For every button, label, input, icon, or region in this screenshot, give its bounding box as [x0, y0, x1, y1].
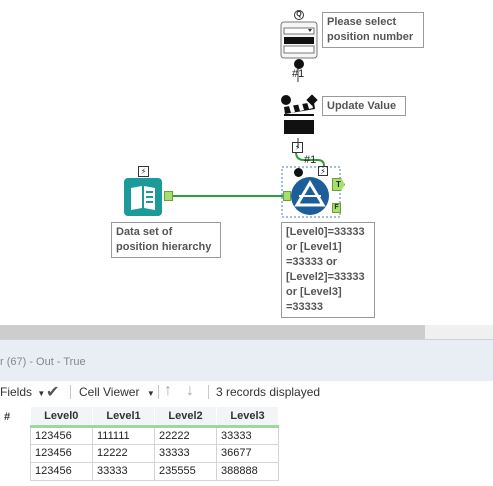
dropdown-interface-tool[interactable]	[280, 18, 318, 60]
chevron-down-icon: ▼	[37, 389, 46, 398]
results-title: r (67) - Out - True	[0, 356, 86, 368]
table-cell[interactable]: 235555	[154, 461, 217, 481]
book-icon	[124, 178, 162, 216]
table-cell[interactable]: 123456	[30, 461, 93, 481]
input-output-anchor[interactable]	[164, 191, 173, 201]
filter-q-anchor[interactable]	[294, 168, 303, 177]
anchor-q-text: Q	[296, 11, 302, 18]
toolbar-separator	[208, 385, 209, 399]
filter-annotation: [Level0]=33333 or [Level1] =33333 or [Le…	[281, 222, 375, 318]
table-cell[interactable]: 22222	[154, 425, 217, 445]
chevron-down-icon: ▼	[146, 389, 155, 398]
fields-button[interactable]: Fields ▼	[0, 385, 45, 399]
results-toolbar: Fields ▼ ✔ Cell Viewer ▼ ↑ ↓ 3 records d…	[0, 381, 493, 403]
toolbar-separator	[70, 385, 71, 399]
table-row[interactable]: 123456 111111 22222 33333	[30, 425, 279, 445]
table-cell[interactable]: 36677	[216, 443, 279, 463]
toolbar-separator	[158, 385, 159, 399]
filter-lightning-icon: ⚡	[318, 166, 328, 176]
connections-layer	[173, 67, 341, 218]
arrow-down-icon[interactable]: ↓	[186, 382, 194, 400]
question-anchor-top[interactable]: Q	[294, 10, 304, 20]
dropdown-icon	[280, 21, 318, 59]
table-cell[interactable]: 33333	[154, 443, 217, 463]
connection-label-2: #1	[304, 154, 317, 166]
filter-tool[interactable]	[290, 176, 330, 216]
filter-triangle-icon	[291, 177, 329, 215]
cell-viewer-button[interactable]: Cell Viewer ▼	[79, 385, 155, 399]
table-cell[interactable]: 123456	[30, 443, 93, 463]
false-anchor-text: F	[334, 204, 339, 211]
column-header-level3[interactable]: Level3	[216, 407, 279, 428]
input-lightning-icon: ⚡	[138, 166, 149, 177]
table-cell[interactable]: 33333	[92, 461, 155, 481]
cell-viewer-label: Cell Viewer	[79, 385, 140, 399]
table-row[interactable]: 123456 12222 33333 36677	[30, 443, 279, 463]
table-cell[interactable]: 111111	[92, 425, 155, 445]
action-anchor-q[interactable]	[281, 95, 291, 105]
filter-input-anchor[interactable]	[283, 191, 291, 201]
true-anchor-text: T	[336, 180, 341, 189]
row-number-header: #	[4, 411, 11, 423]
input-data-tool[interactable]	[124, 178, 162, 216]
column-header-level2[interactable]: Level2	[154, 407, 217, 428]
scrollbar-thumb[interactable]	[0, 325, 425, 339]
column-header-level1[interactable]: Level1	[92, 407, 155, 428]
apply-checkmark-icon[interactable]: ✔	[46, 382, 59, 402]
table-cell[interactable]: 12222	[92, 443, 155, 463]
workflow-canvas[interactable]: Q Please select position number #1 Updat…	[0, 0, 493, 325]
records-count: 3 records displayed	[216, 385, 321, 399]
filter-false-anchor[interactable]: F	[332, 203, 341, 213]
canvas-horizontal-scrollbar[interactable]	[0, 325, 493, 339]
arrow-up-icon[interactable]: ↑	[164, 382, 172, 400]
header-row: Level0 Level1 Level2 Level3	[30, 407, 279, 428]
question-annotation: Please select position number	[322, 12, 424, 48]
fields-label: Fields	[0, 385, 33, 399]
column-header-level0[interactable]: Level0	[30, 407, 93, 428]
table-cell[interactable]: 388888	[216, 461, 279, 481]
lightning-icon: ⚡	[292, 142, 303, 153]
connection-label-1: #1	[292, 68, 305, 80]
action-annotation: Update Value	[322, 96, 406, 116]
input-annotation: Data set of position hierarchy	[111, 222, 221, 258]
table-cell[interactable]: 123456	[30, 425, 93, 445]
results-table: Level0 Level1 Level2 Level3 123456 11111…	[30, 407, 279, 481]
results-header: r (67) - Out - True	[0, 339, 493, 381]
table-row[interactable]: 123456 33333 235555 388888	[30, 461, 279, 481]
table-cell[interactable]: 33333	[216, 425, 279, 445]
results-grid[interactable]: # Level0 Level1 Level2 Level3 123456 111…	[0, 403, 493, 486]
